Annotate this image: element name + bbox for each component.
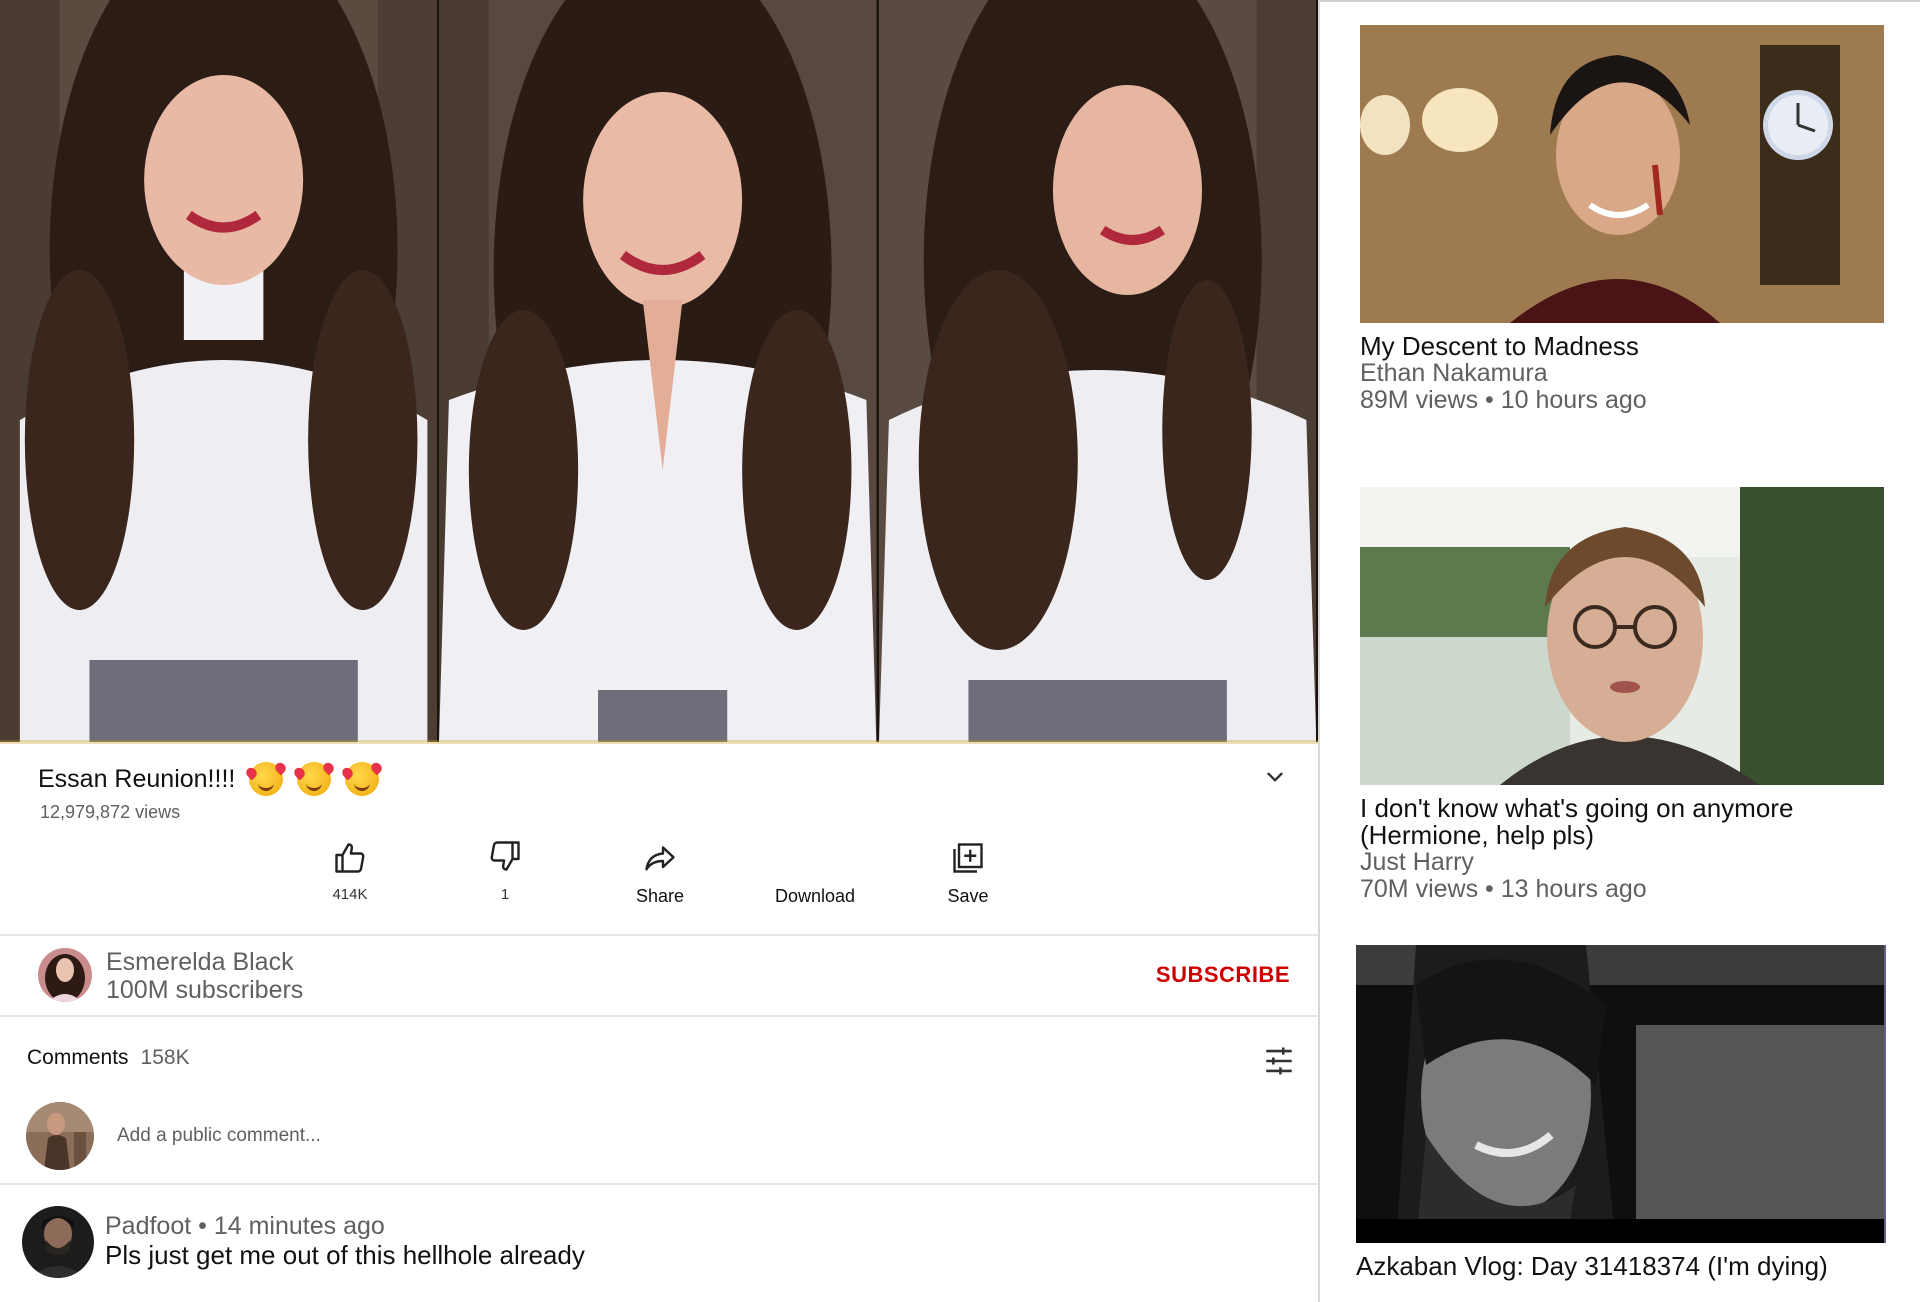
download-button[interactable]: Download xyxy=(755,840,875,907)
divider xyxy=(0,1015,1318,1017)
share-button[interactable]: Share xyxy=(600,840,720,907)
thumbs-down-icon xyxy=(490,841,520,871)
recommended-video-channel[interactable]: Just Harry xyxy=(1360,849,1884,876)
save-button[interactable]: Save xyxy=(908,840,1028,907)
action-bar: 414K 1 Share Download Save xyxy=(0,840,1318,940)
recommendations-sidebar: My Descent to Madness Ethan Nakamura 89M… xyxy=(1318,0,1920,1302)
video-frame-1 xyxy=(0,0,440,742)
save-label: Save xyxy=(947,886,989,906)
recommended-video-meta: 89M views • 10 hours ago xyxy=(1360,386,1647,414)
video-title-text: Essan Reunion!!!! xyxy=(38,764,236,793)
video-frame-2 xyxy=(439,0,879,742)
comments-heading: Comments xyxy=(27,1046,129,1069)
video-player[interactable] xyxy=(0,0,1318,744)
comment-time: 14 minutes ago xyxy=(213,1212,385,1240)
thumbs-up-icon xyxy=(335,843,365,873)
dislike-count: 1 xyxy=(500,886,510,903)
smiling-face-with-hearts-icon xyxy=(345,762,380,796)
recommended-video-title[interactable]: I don't know what's going on anymore (He… xyxy=(1360,795,1884,849)
video-thumbnail[interactable] xyxy=(1360,25,1884,323)
user-avatar xyxy=(26,1102,94,1170)
comments-count: 158K xyxy=(140,1046,190,1069)
like-button[interactable]: 414K xyxy=(290,840,410,903)
recommended-video-title[interactable]: My Descent to Madness xyxy=(1360,333,1884,360)
recommended-video[interactable]: My Descent to Madness Ethan Nakamura 89M… xyxy=(1360,25,1884,414)
sort-sliders-icon[interactable] xyxy=(1262,1044,1296,1078)
subscriber-count: 100M subscribers xyxy=(106,976,304,1004)
recommended-video[interactable]: Azkaban Vlog: Day 31418374 (I'm dying) xyxy=(1356,945,1886,1280)
recommended-video-title[interactable]: Azkaban Vlog: Day 31418374 (I'm dying) xyxy=(1356,1253,1884,1280)
subscribe-button[interactable]: SUBSCRIBE xyxy=(1156,962,1290,988)
video-watch-page: Essan Reunion!!!! 12,979,872 views 414K xyxy=(0,0,1920,1302)
like-count: 414K xyxy=(332,886,368,903)
comment-author-line: Padfoot • 14 minutes ago xyxy=(105,1212,385,1240)
video-title-row: Essan Reunion!!!! xyxy=(38,762,1298,802)
add-comment-input[interactable]: Add a public comment... xyxy=(117,1125,321,1147)
smiling-face-with-hearts-icon xyxy=(297,762,332,796)
video-thumbnail[interactable] xyxy=(1360,487,1884,785)
channel-name[interactable]: Esmerelda Black xyxy=(106,948,294,977)
comment-author-avatar[interactable] xyxy=(22,1206,94,1278)
video-title: Essan Reunion!!!! xyxy=(38,762,380,796)
comment-author[interactable]: Padfoot xyxy=(105,1212,191,1240)
comment-text: Pls just get me out of this hellhole alr… xyxy=(105,1240,585,1270)
smiling-face-with-hearts-icon xyxy=(249,762,284,796)
add-to-playlist-icon xyxy=(953,843,983,873)
video-frame-3 xyxy=(878,0,1318,742)
channel-avatar[interactable] xyxy=(38,948,92,1002)
share-arrow-icon xyxy=(645,846,675,871)
dislike-button[interactable]: 1 xyxy=(445,840,565,903)
main-column: Essan Reunion!!!! 12,979,872 views 414K xyxy=(0,0,1318,1302)
download-label: Download xyxy=(774,886,856,906)
view-count: 12,979,872 views xyxy=(40,802,181,822)
chevron-down-icon[interactable] xyxy=(1262,764,1288,790)
share-label: Share xyxy=(635,886,685,906)
player-progress-bar[interactable] xyxy=(0,740,1318,744)
recommended-video-channel[interactable]: Ethan Nakamura xyxy=(1360,360,1884,387)
recommended-video-meta: 70M views • 13 hours ago xyxy=(1360,875,1647,903)
recommended-video[interactable]: I don't know what's going on anymore (He… xyxy=(1360,487,1884,903)
channel-row: Esmerelda Black 100M subscribers SUBSCRI… xyxy=(0,936,1318,1014)
comments-header[interactable]: Comments 158K xyxy=(27,1046,190,1070)
divider xyxy=(0,1183,1318,1185)
video-thumbnail[interactable] xyxy=(1356,945,1886,1243)
